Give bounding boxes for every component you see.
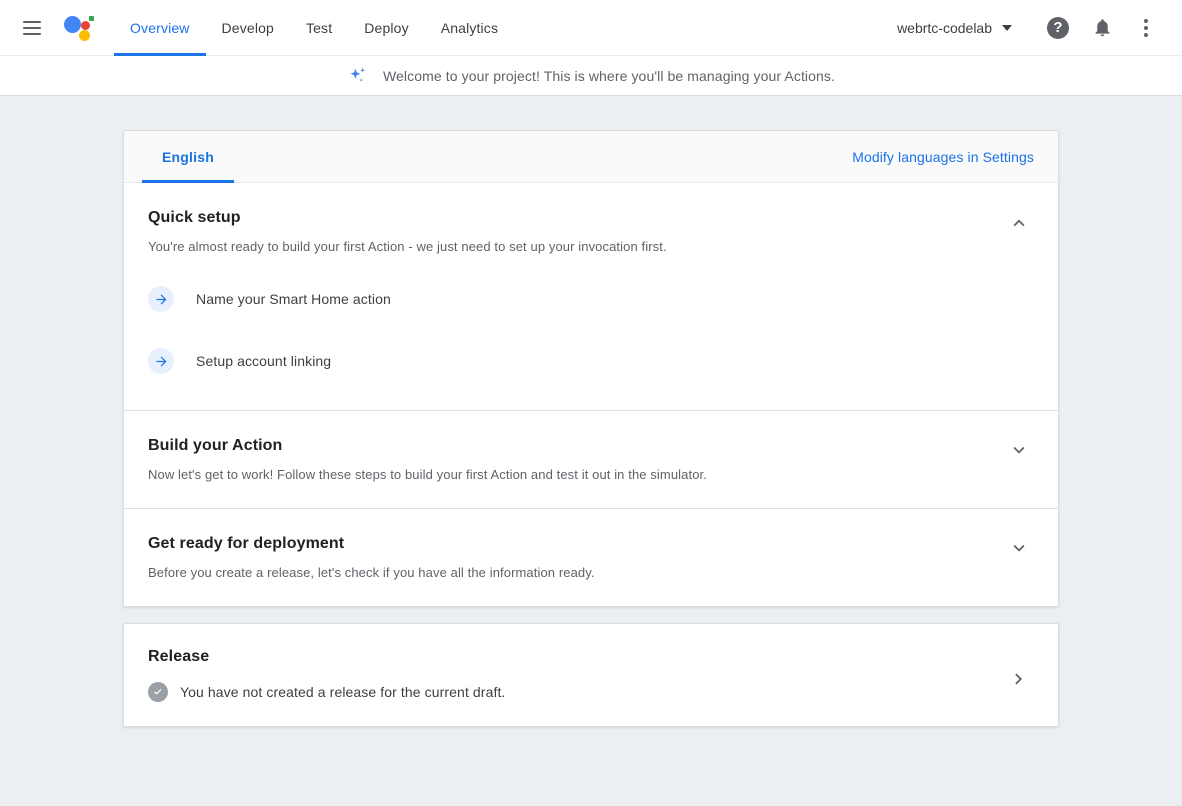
nav-item-label: Develop <box>222 20 274 36</box>
help-icon: ? <box>1047 17 1069 39</box>
nav-item-label: Overview <box>130 20 190 36</box>
task-label: Name your Smart Home action <box>196 291 391 307</box>
section-build-action: Build your Action Now let's get to work!… <box>124 410 1058 508</box>
chevron-down-icon <box>1002 25 1012 31</box>
hamburger-line <box>23 33 41 35</box>
hamburger-line <box>23 21 41 23</box>
task-label: Setup account linking <box>196 353 331 369</box>
section-text-block: Build your Action Now let's get to work!… <box>148 437 707 482</box>
project-name: webrtc-codelab <box>897 20 992 36</box>
check-circle-icon <box>148 682 168 702</box>
logo-dot-green <box>89 16 94 21</box>
help-glyph: ? <box>1053 20 1062 35</box>
section-subtitle: Before you create a release, let's check… <box>148 565 595 580</box>
tab-label: English <box>162 149 214 165</box>
nav-item-test[interactable]: Test <box>290 0 348 56</box>
section-text-block: Get ready for deployment Before you crea… <box>148 535 595 580</box>
google-assistant-logo <box>62 11 96 45</box>
release-text-block: Release You have not created a release f… <box>148 648 505 702</box>
arrow-right-icon <box>148 348 174 374</box>
bell-icon <box>1092 17 1113 38</box>
notifications-button[interactable] <box>1082 8 1122 48</box>
main-nav: Overview Develop Test Deploy Analytics <box>114 0 514 56</box>
project-selector[interactable]: webrtc-codelab <box>889 14 1020 42</box>
arrow-right-icon <box>148 286 174 312</box>
modify-languages-link[interactable]: Modify languages in Settings <box>852 149 1034 165</box>
section-title: Get ready for deployment <box>148 535 595 553</box>
tab-english[interactable]: English <box>142 131 234 183</box>
chevron-down-icon[interactable] <box>1008 439 1030 461</box>
section-title: Build your Action <box>148 437 707 455</box>
section-title: Quick setup <box>148 209 667 227</box>
section-header[interactable]: Get ready for deployment Before you crea… <box>148 535 1034 580</box>
chevron-up-icon[interactable] <box>1008 211 1030 233</box>
release-card[interactable]: Release You have not created a release f… <box>123 623 1059 727</box>
section-text-block: Quick setup You're almost ready to build… <box>148 209 667 254</box>
section-subtitle: Now let's get to work! Follow these step… <box>148 467 707 482</box>
nav-item-label: Analytics <box>441 20 498 36</box>
welcome-banner: Welcome to your project! This is where y… <box>0 56 1182 96</box>
more-dot <box>1144 33 1148 37</box>
nav-item-develop[interactable]: Develop <box>206 0 290 56</box>
nav-item-label: Test <box>306 20 332 36</box>
logo-dot-blue <box>64 16 81 33</box>
nav-item-deploy[interactable]: Deploy <box>348 0 424 56</box>
release-title: Release <box>148 648 505 666</box>
logo-dot-red <box>81 21 90 30</box>
setup-card: English Modify languages in Settings Qui… <box>123 130 1059 607</box>
section-get-ready-deployment: Get ready for deployment Before you crea… <box>124 508 1058 606</box>
release-status-text: You have not created a release for the c… <box>180 684 505 700</box>
release-status: You have not created a release for the c… <box>148 682 505 702</box>
task-row-account-linking[interactable]: Setup account linking <box>148 338 1034 384</box>
section-header[interactable]: Quick setup You're almost ready to build… <box>148 209 1034 254</box>
app-bar: Overview Develop Test Deploy Analytics w… <box>0 0 1182 56</box>
language-tabstrip: English Modify languages in Settings <box>124 131 1058 183</box>
welcome-text: Welcome to your project! This is where y… <box>383 68 835 84</box>
card-container: English Modify languages in Settings Qui… <box>123 130 1059 727</box>
more-dot <box>1144 26 1148 30</box>
section-quick-setup: Quick setup You're almost ready to build… <box>124 183 1058 410</box>
chevron-down-icon[interactable] <box>1008 537 1030 559</box>
task-row-name-action[interactable]: Name your Smart Home action <box>148 276 1034 322</box>
section-subtitle: You're almost ready to build your first … <box>148 239 667 254</box>
section-header[interactable]: Build your Action Now let's get to work!… <box>148 437 1034 482</box>
hamburger-line <box>23 27 41 29</box>
more-dot <box>1144 19 1148 23</box>
sparkle-icon <box>347 65 369 87</box>
nav-item-label: Deploy <box>364 20 408 36</box>
main-content: English Modify languages in Settings Qui… <box>0 96 1182 805</box>
nav-item-analytics[interactable]: Analytics <box>425 0 514 56</box>
more-vert-icon[interactable] <box>1126 8 1166 48</box>
logo-dot-yellow <box>79 30 90 41</box>
hamburger-menu-icon[interactable] <box>12 8 52 48</box>
chevron-right-icon[interactable] <box>1008 668 1030 690</box>
section-body: Name your Smart Home action Setup accoun… <box>148 276 1034 384</box>
nav-item-overview[interactable]: Overview <box>114 0 206 56</box>
help-button[interactable]: ? <box>1038 8 1078 48</box>
